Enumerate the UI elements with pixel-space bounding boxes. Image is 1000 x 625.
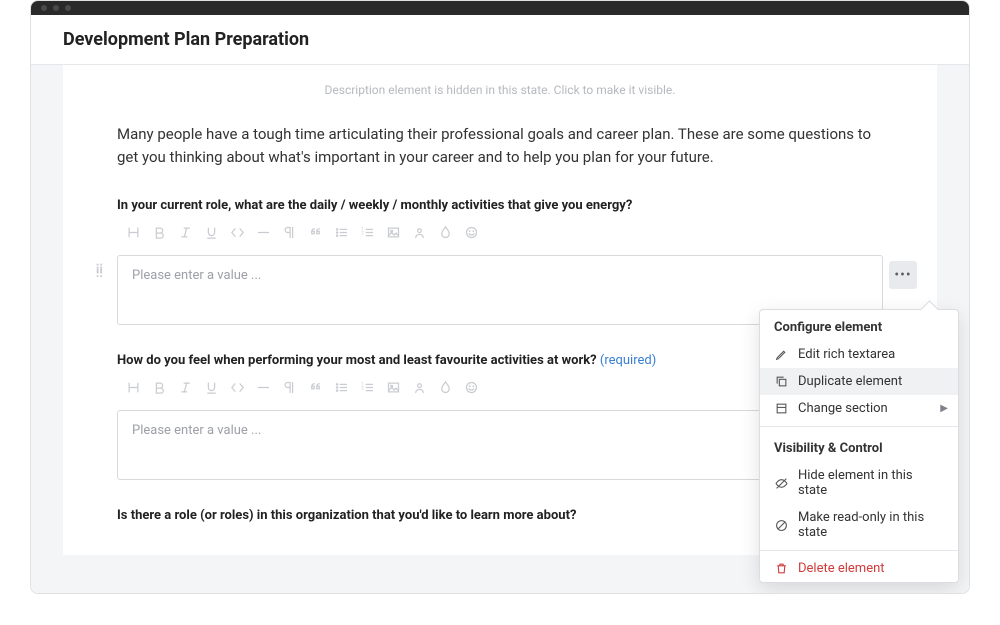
menu-section-title: Configure element [760,310,958,341]
paragraph-icon[interactable] [281,380,297,396]
app-window: Development Plan Preparation Description… [30,0,970,594]
image-icon[interactable] [385,225,401,241]
rich-text-toolbar[interactable]: 12 [117,225,883,241]
quote-icon[interactable] [307,380,323,396]
page-header: Development Plan Preparation [31,15,969,65]
menu-item-label: Edit rich textarea [798,347,895,362]
window-dot [41,5,47,11]
rule-icon[interactable] [255,380,271,396]
ordered-list-icon[interactable]: 12 [359,380,375,396]
bold-icon[interactable] [151,380,167,396]
eye-off-icon [774,477,788,490]
menu-separator [760,426,958,427]
code-icon[interactable] [229,380,245,396]
menu-item-delete[interactable]: Delete element [760,555,958,582]
rule-icon[interactable] [255,225,271,241]
smile-icon[interactable] [463,225,479,241]
smile-icon[interactable] [463,380,479,396]
question-label: In your current role, what are the daily… [117,198,883,213]
underline-icon[interactable] [203,380,219,396]
required-tag: (required) [600,353,656,368]
duplicate-icon [774,375,788,388]
submenu-caret-icon: ▶ [940,403,948,414]
underline-icon[interactable] [203,225,219,241]
menu-item-readonly[interactable]: Make read-only in this state [760,504,958,546]
menu-item-label: Hide element in this state [798,468,944,498]
more-options-button[interactable]: ••• [889,261,917,289]
heading-icon[interactable] [125,225,141,241]
element-context-menu: Configure element Edit rich textarea Dup… [759,309,959,583]
ordered-list-icon[interactable]: 12 [359,225,375,241]
menu-section-title: Visibility & Control [760,431,958,462]
drop-icon[interactable] [437,225,453,241]
question-block: In your current role, what are the daily… [117,198,883,325]
drag-handle-icon[interactable]: ⠿⠿ [95,267,102,277]
page-title: Development Plan Preparation [63,29,937,50]
italic-icon[interactable] [177,380,193,396]
menu-item-label: Delete element [798,561,885,576]
svg-text:2: 2 [361,231,364,236]
section-icon [774,402,788,415]
menu-item-label: Change section [798,401,888,416]
image-icon[interactable] [385,380,401,396]
drop-icon[interactable] [437,380,453,396]
window-dot [65,5,71,11]
bold-icon[interactable] [151,225,167,241]
svg-text:2: 2 [361,386,364,391]
prohibit-icon [774,519,788,532]
heading-icon[interactable] [125,380,141,396]
paragraph-icon[interactable] [281,225,297,241]
bullet-list-icon[interactable] [333,380,349,396]
intro-paragraph: Many people have a tough time articulati… [117,123,883,170]
trash-icon [774,562,788,575]
menu-item-hide[interactable]: Hide element in this state [760,462,958,504]
menu-item-duplicate[interactable]: Duplicate element [760,368,958,395]
code-icon[interactable] [229,225,245,241]
menu-item-label: Duplicate element [798,374,902,389]
menu-item-change-section[interactable]: Change section ▶ [760,395,958,422]
user-icon[interactable] [411,380,427,396]
quote-icon[interactable] [307,225,323,241]
menu-item-label: Make read-only in this state [798,510,944,540]
pencil-icon [774,348,788,361]
italic-icon[interactable] [177,225,193,241]
window-dot [53,5,59,11]
hidden-description-placeholder[interactable]: Description element is hidden in this st… [63,65,937,123]
window-titlebar [31,1,969,15]
user-icon[interactable] [411,225,427,241]
menu-separator [760,550,958,551]
bullet-list-icon[interactable] [333,225,349,241]
question-label-text: How do you feel when performing your mos… [117,353,597,368]
menu-item-edit[interactable]: Edit rich textarea [760,341,958,368]
